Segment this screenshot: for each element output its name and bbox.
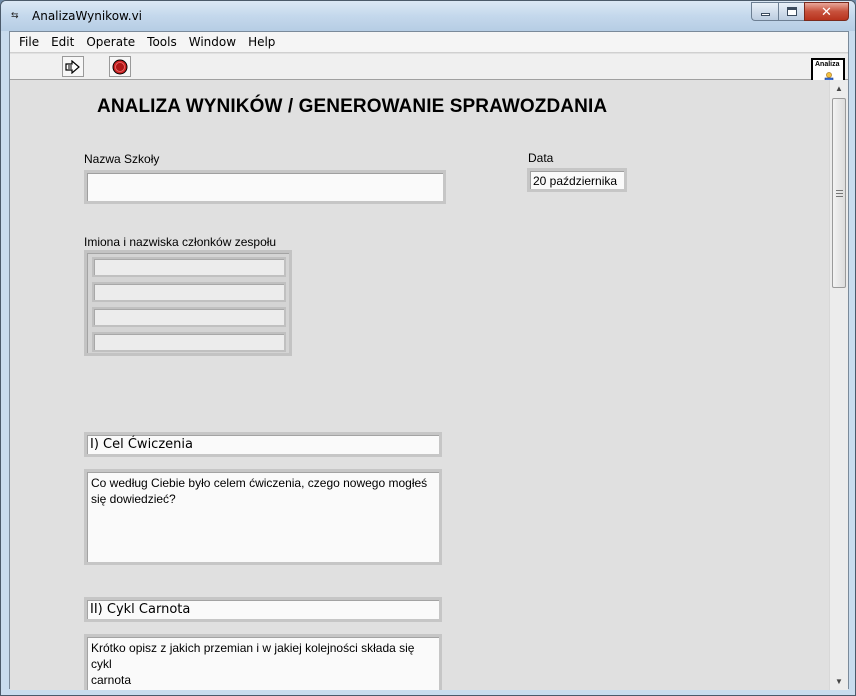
team-member-field[interactable] xyxy=(92,282,286,302)
window-title: AnalizaWynikow.vi xyxy=(32,9,143,23)
scrollbar-thumb[interactable] xyxy=(832,98,846,288)
date-field[interactable]: 20 października xyxy=(527,168,627,192)
team-members-array xyxy=(84,250,292,356)
abort-button[interactable] xyxy=(109,56,131,77)
vertical-scrollbar[interactable]: ▲ ▼ xyxy=(829,80,848,690)
title-bar[interactable]: ⇆ AnalizaWynikow.vi ✕ xyxy=(1,1,855,31)
scroll-up-button[interactable]: ▲ xyxy=(830,80,848,97)
school-name-input[interactable] xyxy=(84,170,446,204)
menu-bar: File Edit Operate Tools Window Help xyxy=(10,32,848,53)
close-button[interactable]: ✕ xyxy=(804,2,849,21)
grip-icon xyxy=(835,189,843,197)
section-1-textarea[interactable]: Co według Ciebie było celem ćwiczenia, c… xyxy=(84,469,442,565)
team-member-field[interactable] xyxy=(92,257,286,277)
section-2-title: II) Cykl Carnota xyxy=(84,597,442,622)
school-name-label: Nazwa Szkoły xyxy=(84,152,160,166)
team-member-field[interactable] xyxy=(92,332,286,352)
maximize-icon xyxy=(786,7,797,16)
scroll-down-button[interactable]: ▼ xyxy=(830,673,848,690)
abort-execution-icon xyxy=(112,59,128,74)
labview-vi-icon: ⇆ xyxy=(11,11,19,21)
menu-tools[interactable]: Tools xyxy=(141,32,183,53)
vi-front-panel-window: File Edit Operate Tools Window Help Anal… xyxy=(9,31,849,690)
menu-edit[interactable]: Edit xyxy=(45,32,80,53)
front-panel: ANALIZA WYNIKÓW / GENEROWANIE SPRAWOZDAN… xyxy=(10,80,830,690)
window-controls: ✕ xyxy=(751,2,849,21)
menu-operate[interactable]: Operate xyxy=(80,32,141,53)
menu-window[interactable]: Window xyxy=(183,32,242,53)
vi-icon-label: Analiza xyxy=(815,61,840,68)
section-1-title: I) Cel Ćwiczenia xyxy=(84,432,442,457)
maximize-button[interactable] xyxy=(778,2,804,21)
team-member-field[interactable] xyxy=(92,307,286,327)
section-2-textarea[interactable]: Krótko opisz z jakich przemian i w jakie… xyxy=(84,634,442,690)
team-members-label: Imiona i nazwiska członków zespołu xyxy=(84,235,277,249)
scroll-down-arrow-icon: ▼ xyxy=(835,677,843,686)
run-button[interactable] xyxy=(62,56,84,77)
app-window: ⇆ AnalizaWynikow.vi ✕ File Edit Operate … xyxy=(0,0,856,696)
menu-file[interactable]: File xyxy=(13,32,45,53)
run-arrow-icon xyxy=(65,59,80,74)
toolbar: Analiza xyxy=(10,54,848,92)
close-icon: ✕ xyxy=(821,3,832,19)
menu-help[interactable]: Help xyxy=(242,32,281,53)
date-label: Data xyxy=(528,151,554,165)
minimize-button[interactable] xyxy=(751,2,778,21)
scroll-up-arrow-icon: ▲ xyxy=(835,84,843,93)
page-title: ANALIZA WYNIKÓW / GENEROWANIE SPRAWOZDAN… xyxy=(97,96,608,117)
minimize-icon xyxy=(760,13,770,16)
